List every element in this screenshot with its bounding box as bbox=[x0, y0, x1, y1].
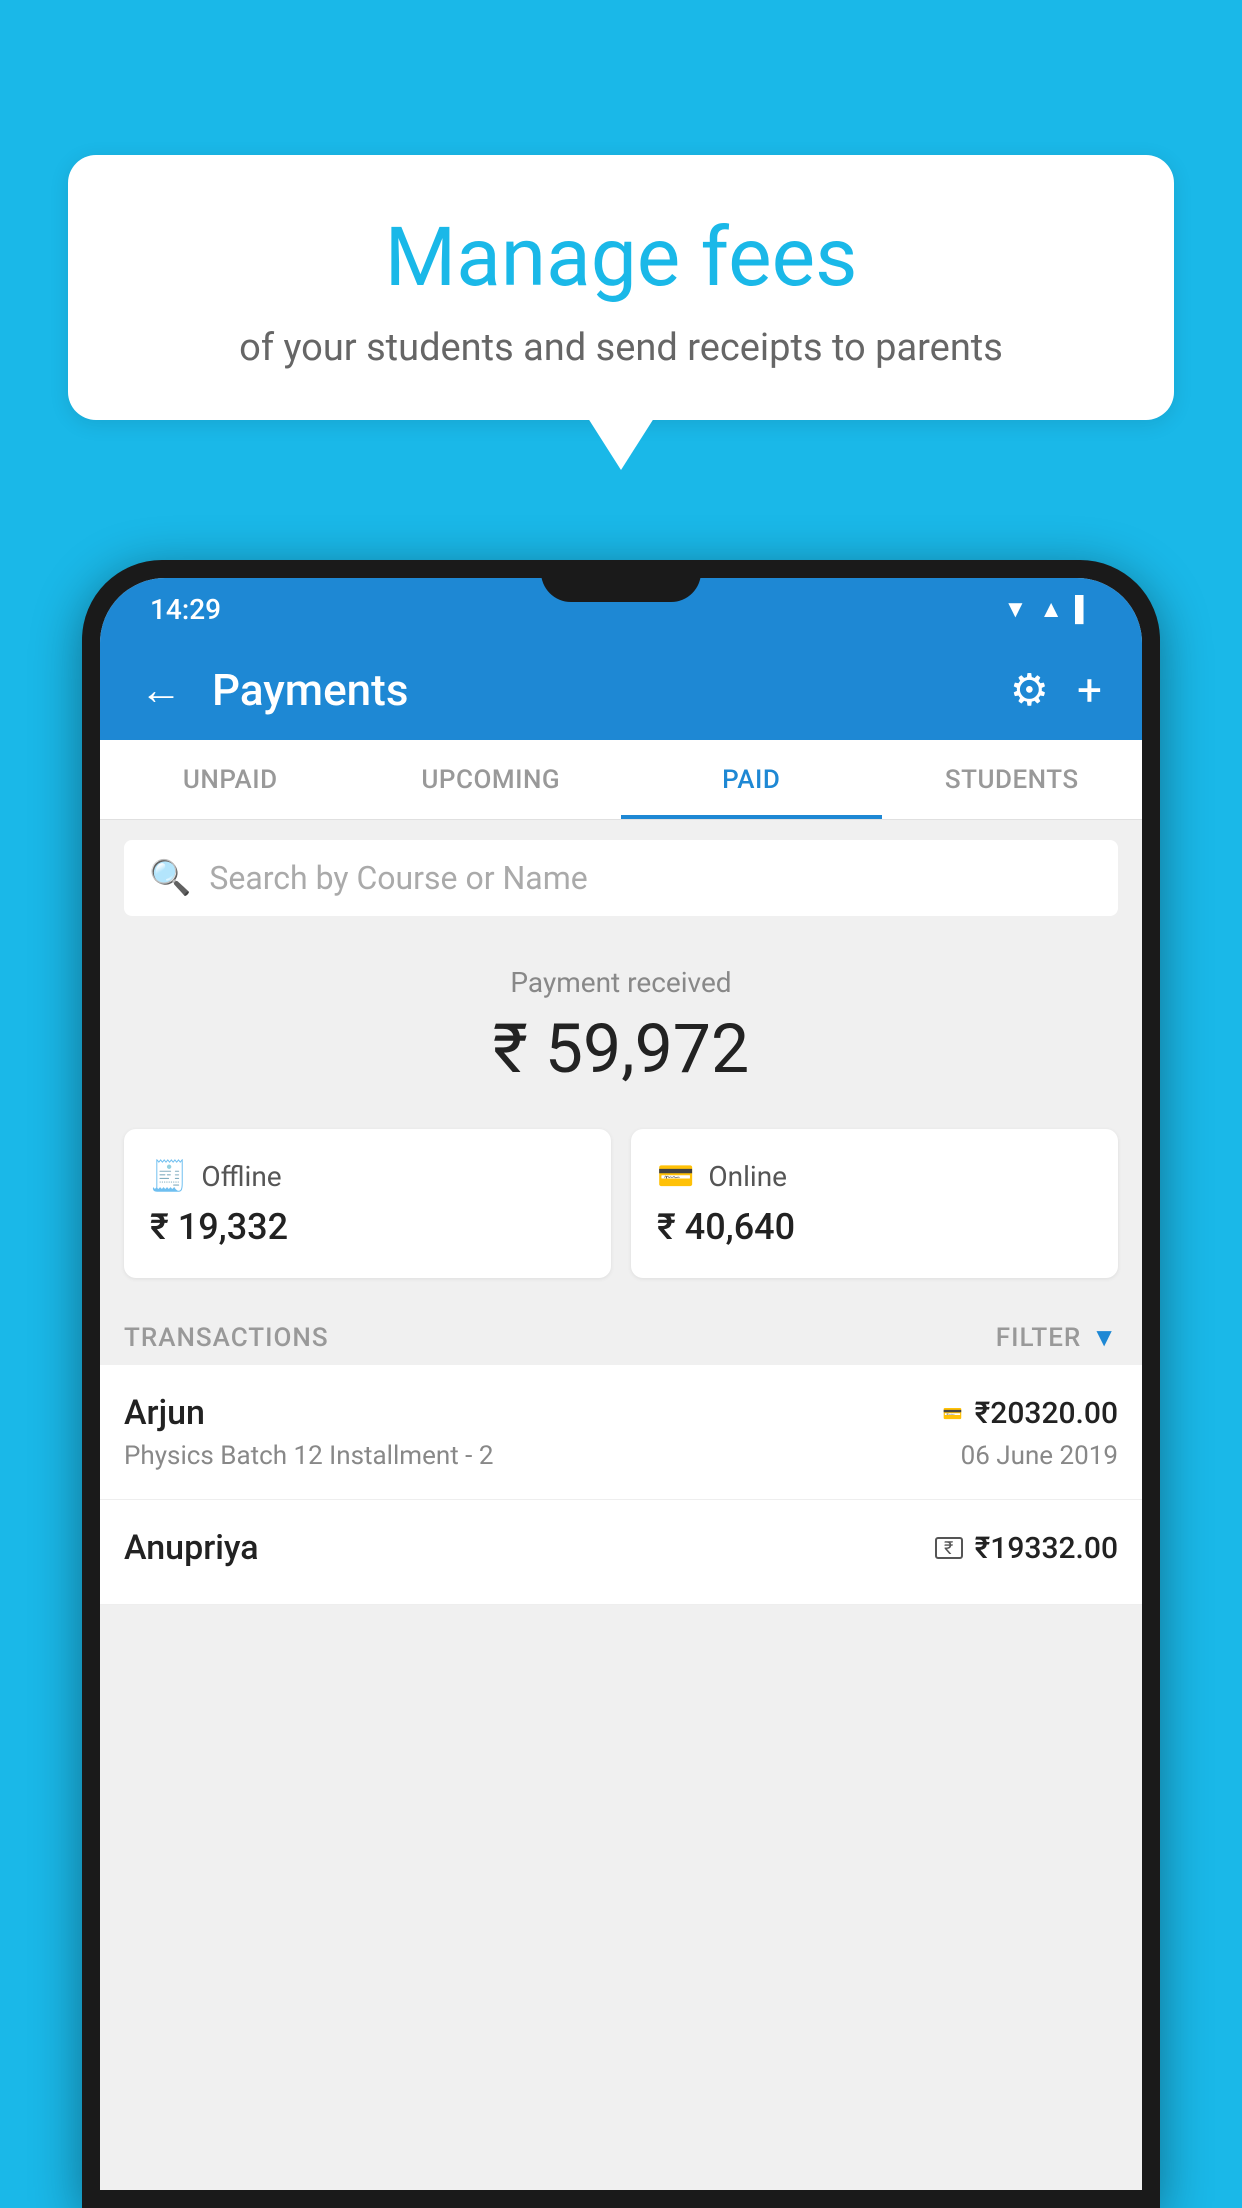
transaction-amount-wrap-2: ₹ ₹19332.00 bbox=[935, 1531, 1118, 1566]
phone-frame: 14:29 ▼ ▲ ▌ ← Payments ⚙ + UNPAID UPCOMI… bbox=[82, 560, 1160, 2208]
payment-cards: 🧾 Offline ₹ 19,332 💳 Online ₹ 40,640 bbox=[100, 1109, 1142, 1298]
offline-label: Offline bbox=[201, 1160, 281, 1193]
transaction-amount-wrap-1: 💳 ₹20320.00 bbox=[943, 1396, 1118, 1431]
transaction-course-1: Physics Batch 12 Installment - 2 bbox=[124, 1441, 493, 1471]
offline-amount: ₹ 19,332 bbox=[150, 1206, 585, 1248]
tab-students[interactable]: STUDENTS bbox=[882, 740, 1143, 819]
phone-notch bbox=[541, 560, 701, 602]
offline-card: 🧾 Offline ₹ 19,332 bbox=[124, 1129, 611, 1278]
tab-unpaid[interactable]: UNPAID bbox=[100, 740, 361, 819]
transactions-header: TRANSACTIONS FILTER ▼ bbox=[100, 1298, 1142, 1365]
speech-bubble: Manage fees of your students and send re… bbox=[68, 155, 1174, 420]
transaction-amount-1: ₹20320.00 bbox=[975, 1396, 1118, 1431]
transaction-name-1: Arjun bbox=[124, 1393, 205, 1433]
search-input[interactable]: Search by Course or Name bbox=[209, 859, 587, 897]
tab-paid[interactable]: PAID bbox=[621, 740, 882, 819]
app-bar: ← Payments ⚙ + bbox=[100, 640, 1142, 740]
filter-icon: ▼ bbox=[1091, 1322, 1118, 1353]
search-bar[interactable]: 🔍 Search by Course or Name bbox=[124, 840, 1118, 916]
speech-bubble-subtitle: of your students and send receipts to pa… bbox=[128, 326, 1114, 370]
filter-button[interactable]: FILTER ▼ bbox=[996, 1322, 1118, 1353]
phone-screen: 14:29 ▼ ▲ ▌ ← Payments ⚙ + UNPAID UPCOMI… bbox=[100, 578, 1142, 2190]
offline-card-header: 🧾 Offline bbox=[150, 1159, 585, 1194]
transaction-name-2: Anupriya bbox=[124, 1528, 259, 1568]
online-label: Online bbox=[708, 1160, 787, 1193]
signal-icon: ▲ bbox=[1039, 595, 1063, 624]
app-bar-title: Payments bbox=[212, 664, 980, 716]
transaction-date-1: 06 June 2019 bbox=[961, 1441, 1118, 1471]
offline-icon: 🧾 bbox=[150, 1159, 187, 1194]
status-time: 14:29 bbox=[150, 593, 221, 626]
search-icon: 🔍 bbox=[149, 858, 191, 898]
tab-upcoming[interactable]: UPCOMING bbox=[361, 740, 622, 819]
battery-icon: ▌ bbox=[1075, 595, 1092, 624]
speech-bubble-title: Manage fees bbox=[128, 210, 1114, 306]
payment-label: Payment received bbox=[100, 966, 1142, 999]
content-area: 🔍 Search by Course or Name Payment recei… bbox=[100, 820, 1142, 2190]
back-button[interactable]: ← bbox=[140, 666, 182, 715]
online-card-header: 💳 Online bbox=[657, 1159, 1092, 1194]
transaction-row-2: Anupriya ₹ ₹19332.00 bbox=[124, 1528, 1118, 1568]
payment-section: Payment received ₹ 59,972 bbox=[100, 936, 1142, 1109]
payment-amount: ₹ 59,972 bbox=[100, 1009, 1142, 1089]
status-icons: ▼ ▲ ▌ bbox=[1003, 595, 1092, 624]
card-payment-icon: 💳 bbox=[943, 1404, 963, 1423]
online-amount: ₹ 40,640 bbox=[657, 1206, 1092, 1248]
transaction-amount-2: ₹19332.00 bbox=[975, 1531, 1118, 1566]
transaction-row-1: Arjun 💳 ₹20320.00 bbox=[124, 1393, 1118, 1433]
transaction-detail-row-1: Physics Batch 12 Installment - 2 06 June… bbox=[124, 1441, 1118, 1471]
wifi-icon: ▼ bbox=[1003, 595, 1027, 624]
filter-label: FILTER bbox=[996, 1323, 1081, 1353]
app-bar-icons: ⚙ + bbox=[1010, 664, 1102, 716]
plus-icon[interactable]: + bbox=[1077, 664, 1102, 716]
transaction-item-2[interactable]: Anupriya ₹ ₹19332.00 bbox=[100, 1500, 1142, 1605]
online-icon: 💳 bbox=[657, 1159, 694, 1194]
transactions-label: TRANSACTIONS bbox=[124, 1323, 329, 1353]
rupee-icon: ₹ bbox=[935, 1537, 963, 1559]
tabs: UNPAID UPCOMING PAID STUDENTS bbox=[100, 740, 1142, 820]
online-card: 💳 Online ₹ 40,640 bbox=[631, 1129, 1118, 1278]
transaction-item[interactable]: Arjun 💳 ₹20320.00 Physics Batch 12 Insta… bbox=[100, 1365, 1142, 1500]
gear-icon[interactable]: ⚙ bbox=[1010, 664, 1049, 716]
